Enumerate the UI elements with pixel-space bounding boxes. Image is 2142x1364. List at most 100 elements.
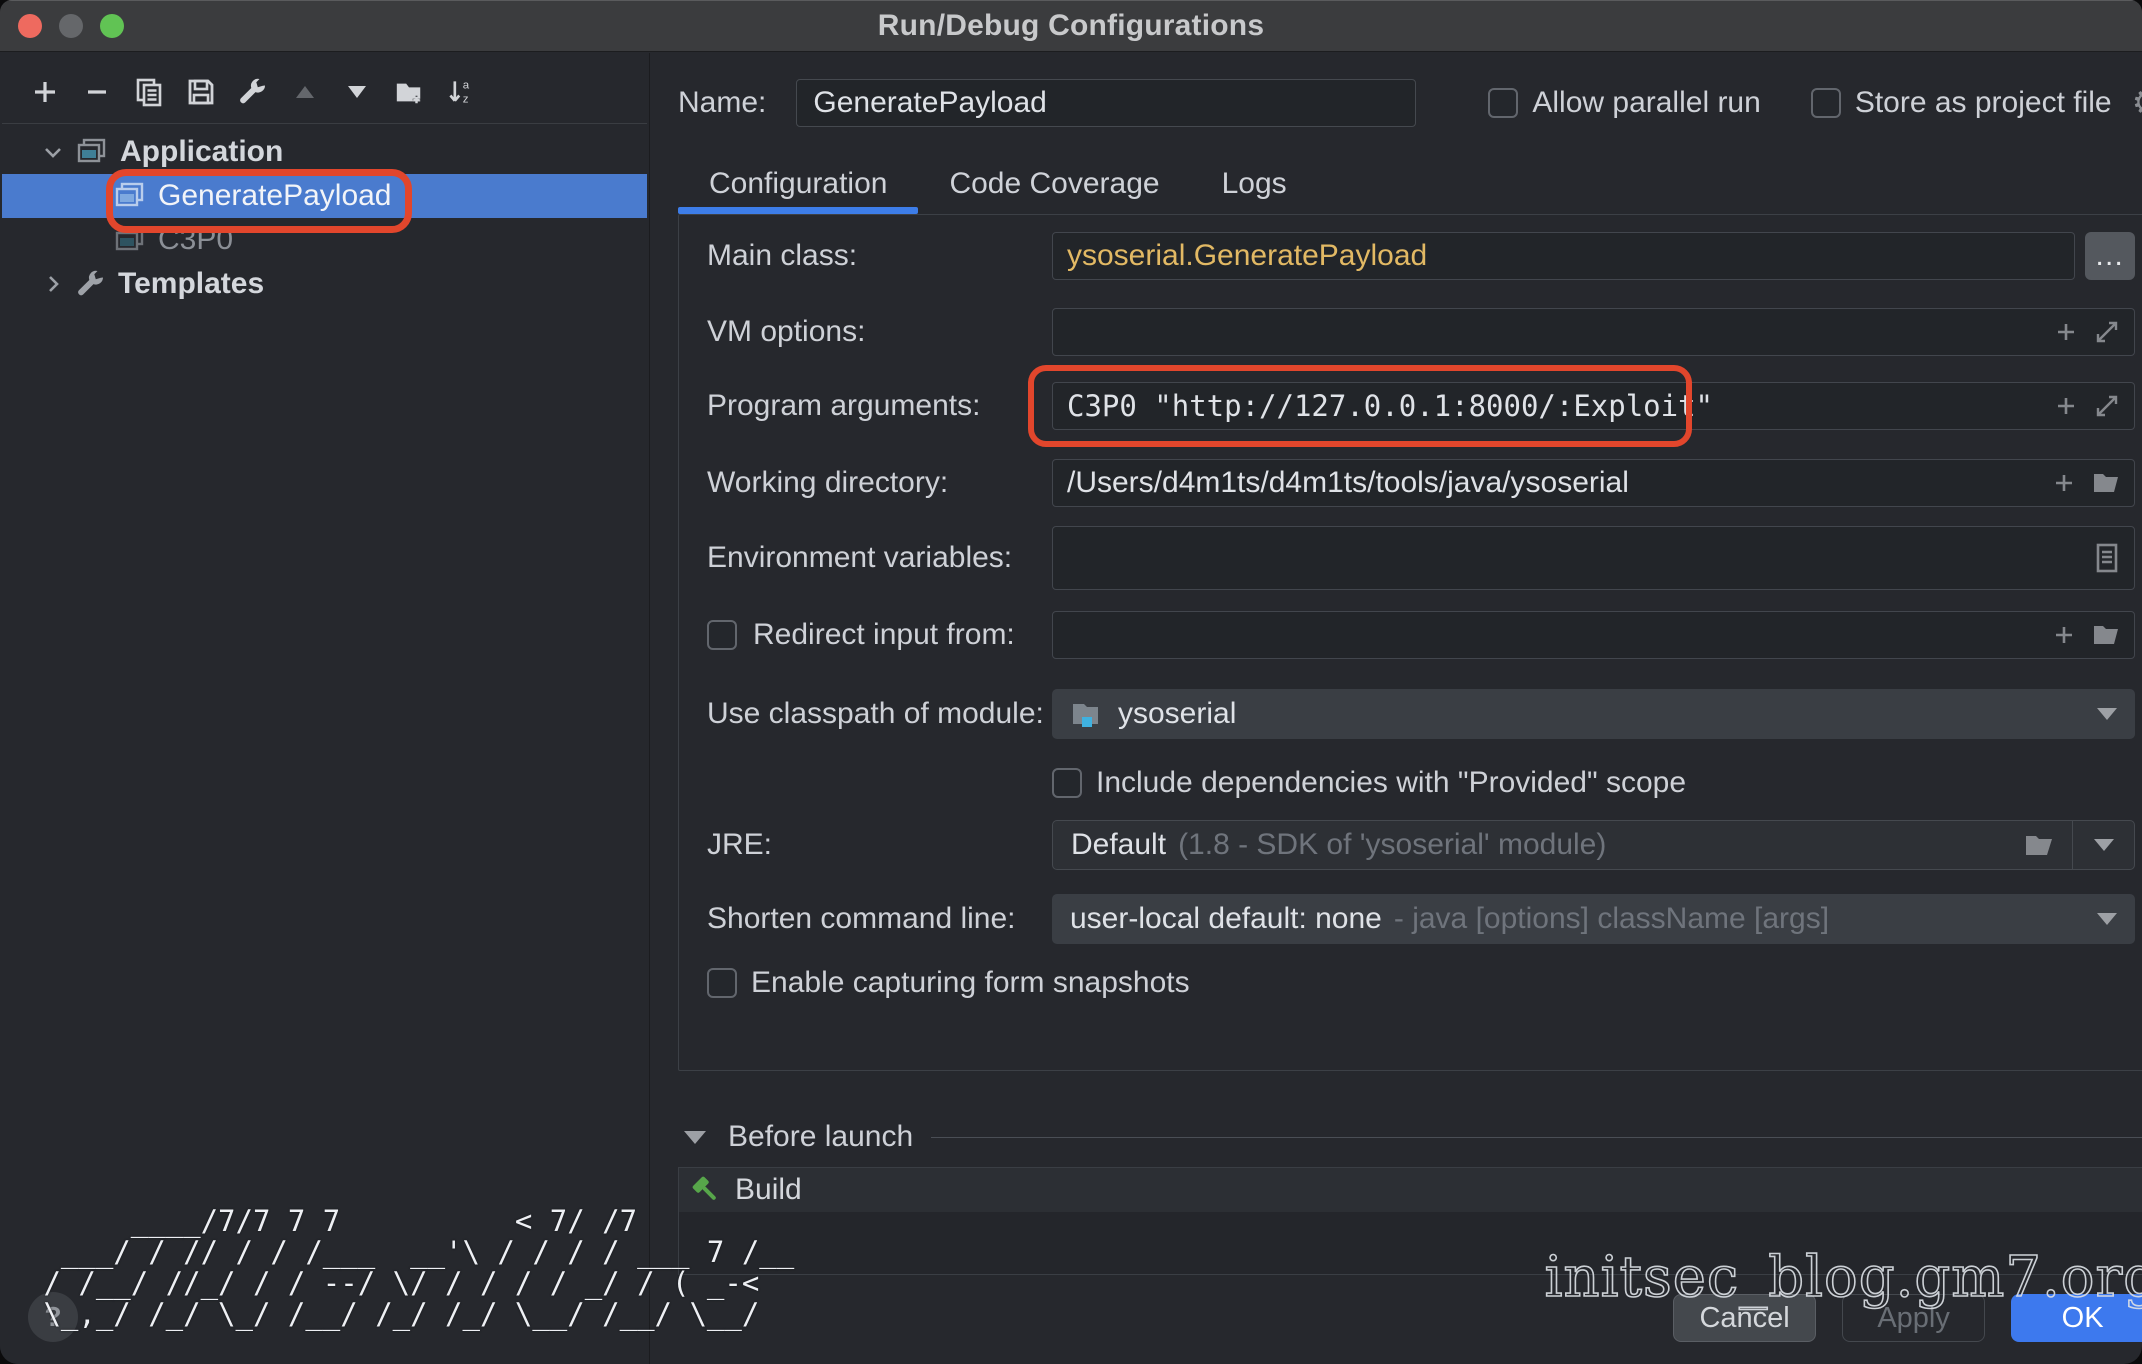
ok-button[interactable]: OK bbox=[2011, 1294, 2142, 1342]
redirect-input-row: Redirect input from: bbox=[707, 611, 2135, 659]
tree-item-application[interactable]: Application bbox=[2, 130, 647, 174]
store-options-gear-icon[interactable]: ⚙ bbox=[2132, 86, 2142, 120]
macro-plus-icon[interactable] bbox=[2052, 623, 2076, 647]
configuration-form: Main class: ysoserial.GeneratePayload … … bbox=[678, 214, 2142, 1071]
browse-jre-folder-icon[interactable] bbox=[2024, 832, 2054, 858]
store-as-project-file-label: Store as project file bbox=[1855, 86, 2112, 120]
before-launch-header[interactable]: Before launch bbox=[678, 1117, 2142, 1157]
chevron-down-icon bbox=[2097, 913, 2117, 925]
edit-templates-icon[interactable] bbox=[238, 77, 268, 107]
chevron-down-icon[interactable] bbox=[36, 140, 70, 164]
provided-scope-label: Include dependencies with "Provided" sco… bbox=[1096, 766, 1686, 800]
collapse-triangle-icon[interactable] bbox=[684, 1131, 706, 1144]
main-class-row: Main class: ysoserial.GeneratePayload … bbox=[707, 232, 2135, 280]
application-type-icon bbox=[76, 137, 108, 167]
tree-item-label: C3P0 bbox=[158, 223, 233, 257]
run-debug-configurations-dialog: Run/Debug Configurations bbox=[0, 0, 2142, 1364]
jre-row: JRE: Default (1.8 - SDK of 'ysoserial' m… bbox=[707, 820, 2135, 870]
open-in-editor-icon[interactable] bbox=[2094, 319, 2120, 345]
zoom-window-button[interactable] bbox=[100, 14, 124, 38]
sort-alphabetically-icon[interactable]: az bbox=[446, 77, 476, 107]
classpath-module-combobox[interactable]: ysoserial bbox=[1052, 689, 2135, 739]
redirect-input-checkbox[interactable] bbox=[707, 620, 737, 650]
tab-logs[interactable]: Logs bbox=[1191, 157, 1318, 211]
before-launch-label: Before launch bbox=[728, 1120, 913, 1154]
environment-variables-row: Environment variables: bbox=[707, 526, 2135, 590]
redirect-input-field[interactable] bbox=[1052, 611, 2135, 659]
browse-folder-icon[interactable] bbox=[2092, 622, 2120, 648]
main-class-field[interactable]: ysoserial.GeneratePayload bbox=[1052, 232, 2075, 280]
configurations-sidebar: az Application Generate bbox=[0, 53, 650, 1364]
before-launch-list: Build bbox=[678, 1167, 2142, 1275]
store-as-project-file-checkbox[interactable] bbox=[1811, 88, 1841, 118]
remove-configuration-icon[interactable] bbox=[82, 77, 112, 107]
tab-configuration[interactable]: Configuration bbox=[678, 157, 918, 211]
shorten-command-line-combobox[interactable]: user-local default: none - java [options… bbox=[1052, 894, 2135, 944]
svg-text:z: z bbox=[463, 94, 469, 106]
sidebar-toolbar: az bbox=[0, 53, 649, 123]
tree-item-templates[interactable]: Templates bbox=[2, 262, 647, 306]
program-arguments-label: Program arguments: bbox=[707, 389, 1052, 423]
open-in-editor-icon[interactable] bbox=[2094, 393, 2120, 419]
vm-options-field[interactable] bbox=[1052, 308, 2135, 356]
before-launch-item-build[interactable]: Build bbox=[679, 1168, 2142, 1212]
jre-dropdown-button[interactable] bbox=[2072, 821, 2134, 869]
cancel-button[interactable]: Cancel bbox=[1673, 1294, 1816, 1342]
apply-button[interactable]: Apply bbox=[1842, 1294, 1985, 1342]
classpath-module-row: Use classpath of module: ysoserial bbox=[707, 689, 2135, 739]
configurations-tree: Application GeneratePayload C3P0 bbox=[2, 123, 647, 306]
allow-parallel-run-label: Allow parallel run bbox=[1532, 86, 1760, 120]
close-window-button[interactable] bbox=[18, 14, 42, 38]
chevron-down-icon bbox=[2097, 708, 2117, 720]
copy-configuration-icon[interactable] bbox=[134, 77, 164, 107]
separator-line bbox=[931, 1137, 2142, 1138]
templates-icon bbox=[76, 269, 106, 299]
working-directory-label: Working directory: bbox=[707, 466, 1052, 500]
svg-text:a: a bbox=[463, 79, 470, 91]
shorten-command-line-label: Shorten command line: bbox=[707, 902, 1052, 936]
environment-variables-label: Environment variables: bbox=[707, 541, 1052, 575]
form-snapshots-checkbox[interactable] bbox=[707, 968, 737, 998]
browse-variables-icon[interactable] bbox=[2094, 543, 2120, 573]
save-configuration-icon[interactable] bbox=[186, 77, 216, 107]
provided-scope-checkbox[interactable] bbox=[1052, 768, 1082, 798]
program-arguments-row: Program arguments: C3P0 "http://127.0.0.… bbox=[707, 382, 2135, 430]
traffic-lights bbox=[18, 1, 124, 51]
tree-item-label: Templates bbox=[118, 267, 264, 301]
titlebar: Run/Debug Configurations bbox=[0, 0, 2142, 52]
tree-item-generate-payload[interactable]: GeneratePayload bbox=[2, 174, 647, 218]
form-snapshots-row: Enable capturing form snapshots bbox=[707, 966, 2135, 1000]
browse-folder-icon[interactable] bbox=[2092, 470, 2120, 496]
jre-combobox[interactable]: Default (1.8 - SDK of 'ysoserial' module… bbox=[1052, 820, 2135, 870]
environment-variables-field[interactable] bbox=[1052, 526, 2135, 590]
help-button[interactable]: ? bbox=[28, 1292, 78, 1342]
minimize-window-button[interactable] bbox=[59, 14, 83, 38]
name-label: Name: bbox=[678, 86, 766, 120]
new-folder-icon[interactable] bbox=[394, 77, 424, 107]
application-type-icon bbox=[114, 181, 146, 211]
window-title: Run/Debug Configurations bbox=[878, 9, 1264, 43]
jre-label: JRE: bbox=[707, 828, 1052, 862]
program-arguments-field[interactable]: C3P0 "http://127.0.0.1:8000/:Exploit" bbox=[1052, 382, 2135, 430]
add-configuration-icon[interactable] bbox=[30, 77, 60, 107]
main-class-label: Main class: bbox=[707, 239, 1052, 273]
chevron-right-icon[interactable] bbox=[36, 272, 70, 296]
allow-parallel-run-checkbox[interactable] bbox=[1488, 88, 1518, 118]
configuration-tabs: Configuration Code Coverage Logs bbox=[678, 157, 2142, 211]
shorten-command-line-row: Shorten command line: user-local default… bbox=[707, 894, 2135, 944]
expand-field-plus-icon[interactable] bbox=[2054, 394, 2078, 418]
build-hammer-icon bbox=[689, 1173, 723, 1207]
browse-main-class-button[interactable]: … bbox=[2085, 232, 2135, 280]
name-row: Name: GeneratePayload Allow parallel run… bbox=[678, 79, 2142, 127]
macro-plus-icon[interactable] bbox=[2052, 471, 2076, 495]
move-up-icon[interactable] bbox=[290, 77, 320, 107]
tree-item-label: GeneratePayload bbox=[158, 179, 392, 213]
name-input[interactable]: GeneratePayload bbox=[796, 79, 1416, 127]
move-down-icon[interactable] bbox=[342, 77, 372, 107]
working-directory-field[interactable]: /Users/d4m1ts/d4m1ts/tools/java/ysoseria… bbox=[1052, 459, 2135, 507]
expand-field-plus-icon[interactable] bbox=[2054, 320, 2078, 344]
vm-options-label: VM options: bbox=[707, 315, 1052, 349]
tab-code-coverage[interactable]: Code Coverage bbox=[918, 157, 1190, 211]
tree-item-label: Application bbox=[120, 135, 283, 169]
tree-item-c3p0[interactable]: C3P0 bbox=[2, 218, 647, 262]
